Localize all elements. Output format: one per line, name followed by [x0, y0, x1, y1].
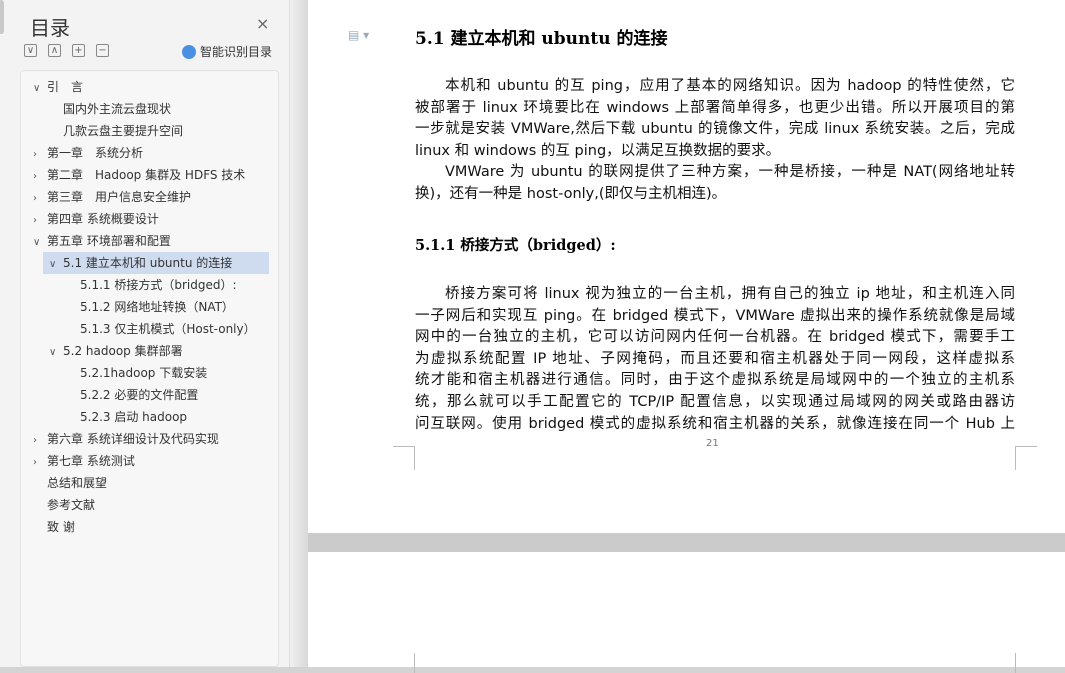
toc-item-label: 5.1.2 网络地址转换（NAT） — [80, 300, 234, 314]
corner-mark — [1015, 446, 1037, 470]
toc-item-label: 引 言 — [47, 80, 84, 94]
chevron-right-icon[interactable]: › — [33, 144, 47, 164]
toc-item[interactable]: 总结和展望 — [21, 472, 277, 494]
toc-item[interactable]: 国内外主流云盘现状 — [21, 98, 277, 120]
toc-item[interactable]: › 第二章 Hadoop 集群及 HDFS 技术 — [21, 164, 277, 186]
toc-item[interactable]: ∨ 引 言 — [21, 76, 277, 98]
chevron-down-icon[interactable]: ∨ — [33, 78, 47, 98]
toc-item[interactable]: 几款云盘主要提升空间 — [21, 120, 277, 142]
paragraph-line: 为虚拟系统配置 IP 地址、子网掩码，而且还要和宿主机器处于同一网段，这样虚拟系 — [415, 350, 1015, 367]
toc-item[interactable]: › 第七章 系统测试 — [21, 450, 277, 472]
toc-item-label: 参考文献 — [47, 498, 96, 512]
toc-item[interactable]: 致 谢 — [21, 516, 277, 538]
toc-item[interactable]: › 第三章 用户信息安全维护 — [21, 186, 277, 208]
toc-item-label: 总结和展望 — [47, 476, 108, 490]
ai-icon — [182, 44, 196, 59]
toc-item[interactable]: ∨ 5.2 hadoop 集群部署 — [21, 340, 277, 362]
toc-item-label: 5.1 建立本机和 ubuntu 的连接 — [63, 256, 233, 270]
toc-item-label: 第一章 系统分析 — [47, 146, 144, 160]
toc-item-label: 5.2.2 必要的文件配置 — [80, 388, 199, 402]
paragraph-line: 本机和 ubuntu 的互 ping，应用了基本的网络知识。因为 hadoop … — [445, 78, 1015, 94]
chevron-right-icon[interactable]: › — [33, 452, 47, 472]
corner-mark — [414, 653, 415, 673]
paragraph-line: 换)，还有一种是 host-only,(即仅与主机相连)。 — [415, 185, 727, 202]
toc-sidebar: 目录 × ∨ ∧ + − 智能识别目录 ∨ 引 言国内外主流云盘现状 几款云盘主要提… — [0, 0, 290, 667]
toc-item-label: 第六章 系统详细设计及代码实现 — [47, 432, 219, 446]
toc-item[interactable]: › 第一章 系统分析 — [21, 142, 277, 164]
remove-icon[interactable]: − — [96, 44, 109, 57]
document-icon[interactable]: ▤ ▾ — [348, 28, 369, 42]
paragraph-line: 一子网后和实现互 ping。在 bridged 模式下，VMWare 虚拟出来的… — [415, 307, 1015, 324]
document-left-margin — [290, 0, 308, 667]
add-icon[interactable]: + — [72, 44, 85, 57]
subsection-heading: 5.1.1 桥接方式（bridged）: — [415, 237, 616, 254]
toc-item[interactable]: 5.2.2 必要的文件配置 — [21, 384, 277, 406]
paragraph-line: 统，那么就可以手工配置它的 TCP/IP 配置信息，以实现通过局域网的网关或路由… — [415, 394, 1015, 410]
chevron-down-icon[interactable]: ∨ — [49, 254, 63, 274]
toc-item[interactable]: 参考文献 — [21, 494, 277, 516]
paragraph-line: 问互联网。使用 bridged 模式的虚拟系统和宿主机器的关系，就像连接在同一个… — [415, 415, 1015, 432]
toc-item-label: 5.1.1 桥接方式（bridged）: — [80, 278, 237, 292]
toc-item[interactable]: 5.1.3 仅主机模式（Host-only） — [21, 318, 277, 340]
chevron-right-icon[interactable]: › — [33, 166, 47, 186]
paragraph-line: 被部署于 linux 环境要比在 windows 上部署简单得多，也更少出错。所… — [415, 99, 1015, 116]
page-21: ▤ ▾ 5.1 建立本机和 ubuntu 的连接 5.1.1 桥接方式（brid… — [308, 0, 1065, 533]
expand-all-icon[interactable]: ∨ — [24, 44, 37, 57]
chevron-right-icon[interactable]: › — [33, 188, 47, 208]
section-heading: 5.1 建立本机和 ubuntu 的连接 — [415, 29, 668, 49]
toc-item-label: 5.2.1hadoop 下载安装 — [80, 366, 208, 380]
toc-item[interactable]: › 第四章 系统概要设计 — [21, 208, 277, 230]
chevron-right-icon[interactable]: › — [33, 430, 47, 450]
smart-toc-label: 智能识别目录 — [200, 45, 273, 59]
collapse-all-icon[interactable]: ∧ — [48, 44, 61, 57]
toc-item-label: 5.1.3 仅主机模式（Host-only） — [80, 322, 256, 336]
close-icon[interactable]: × — [256, 14, 269, 33]
paragraph-line: VMWare 为 ubuntu 的联网提供了三种方案，一种是桥接，一种是 NAT… — [445, 164, 1015, 180]
toc-item-label: 第二章 Hadoop 集群及 HDFS 技术 — [47, 168, 246, 182]
page-22 — [308, 552, 1065, 673]
corner-mark — [393, 446, 415, 470]
page-number: 21 — [706, 438, 719, 449]
toc-item[interactable]: ∨ 第五章 环境部署和配置 — [21, 230, 277, 252]
paragraph-line: linux 和 windows 的互 ping，以满足互换数据的要求。 — [415, 142, 781, 159]
toc-item[interactable]: 5.2.3 启动 hadoop — [21, 406, 277, 428]
smart-toc-button[interactable]: 智能识别目录 — [182, 43, 272, 60]
paragraph-line: 统才能和宿主机器进行通信。同时，由于这个虚拟系统是局域网中的一个独立的主机系 — [415, 372, 1015, 389]
toc-item-label: 5.2 hadoop 集群部署 — [63, 344, 183, 358]
toc-item-label: 国内外主流云盘现状 — [63, 102, 172, 116]
chevron-down-icon[interactable]: ∨ — [49, 342, 63, 362]
toc-item-label: 第三章 用户信息安全维护 — [47, 190, 192, 204]
toc-item-label: 第四章 系统概要设计 — [47, 212, 159, 226]
paragraph-line: 桥接方案可将 linux 视为独立的一台主机，拥有自己的独立 ip 地址，和主机… — [445, 286, 1015, 302]
toc-item[interactable]: › 第六章 系统详细设计及代码实现 — [21, 428, 277, 450]
toc-item-label: 5.2.3 启动 hadoop — [80, 410, 188, 424]
paragraph-line: 网中的一台独立的主机，它可以访问网内任何一台机器。在 bridged 模式下，需… — [415, 329, 1015, 346]
toc-item-label: 第七章 系统测试 — [47, 454, 135, 468]
toc-item[interactable]: 5.2.1hadoop 下载安装 — [21, 362, 277, 384]
scrollbar[interactable] — [0, 0, 4, 34]
toc-item-label: 第五章 环境部署和配置 — [47, 234, 171, 248]
toc-item[interactable]: ∨ 5.1 建立本机和 ubuntu 的连接 — [43, 252, 269, 274]
toc-title: 目录 — [30, 16, 70, 40]
toc-item[interactable]: 5.1.2 网络地址转换（NAT） — [21, 296, 277, 318]
chevron-down-icon[interactable]: ∨ — [33, 232, 47, 252]
toc-item-label: 几款云盘主要提升空间 — [63, 124, 184, 138]
corner-mark — [1015, 653, 1016, 673]
toc-item[interactable]: 5.1.1 桥接方式（bridged）: — [21, 274, 277, 296]
paragraph-line: 一步就是安装 VMWare,然后下载 ubuntu 的镜像文件，完成 linux… — [415, 121, 1015, 138]
toc-item-label: 致 谢 — [47, 520, 75, 534]
chevron-right-icon[interactable]: › — [33, 210, 47, 230]
toc-list: ∨ 引 言国内外主流云盘现状 几款云盘主要提升空间 › 第一章 系统分析 › 第二章 Had… — [20, 70, 279, 667]
